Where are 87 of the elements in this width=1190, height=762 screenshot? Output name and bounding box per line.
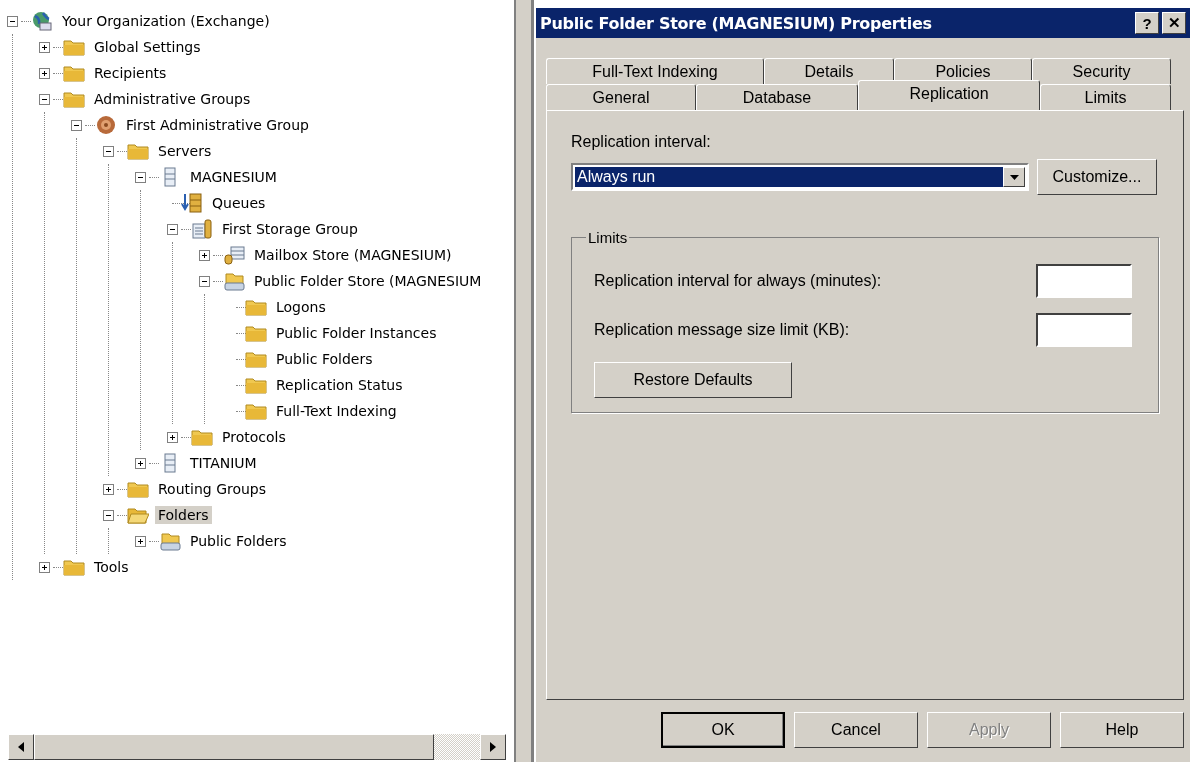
tree-item[interactable]: Mailbox Store (MAGNESIUM) [251, 246, 455, 264]
scroll-right-button[interactable] [480, 734, 507, 760]
tree-item[interactable]: Replication Status [273, 376, 406, 394]
tree-item[interactable]: Public Folders [187, 532, 290, 550]
tab[interactable]: Limits [1040, 84, 1171, 110]
window-title: Public Folder Store (MAGNESIUM) Properties [540, 13, 932, 33]
expand-icon[interactable] [198, 249, 210, 261]
folder-icon [63, 37, 85, 57]
tab[interactable]: General [546, 84, 696, 110]
queue-icon [181, 193, 203, 213]
dialog-button[interactable]: Cancel [794, 712, 918, 748]
expand-icon[interactable] [38, 67, 50, 79]
collapse-icon[interactable] [70, 119, 82, 131]
folder-icon [245, 297, 267, 317]
group-title: Limits [587, 229, 629, 246]
customize-button[interactable]: Customize... [1037, 159, 1157, 195]
folder-icon [127, 141, 149, 161]
tree-item[interactable]: Queues [209, 194, 269, 212]
mailbox-store-icon [223, 245, 245, 265]
expand-icon[interactable] [38, 561, 50, 573]
dialog-button[interactable]: OK [661, 712, 785, 748]
collapse-icon[interactable] [166, 223, 178, 235]
folder-icon [191, 427, 213, 447]
public-store-icon [223, 271, 245, 291]
expand-icon[interactable] [38, 41, 50, 53]
close-button[interactable]: ✕ [1162, 12, 1186, 34]
tab[interactable]: Replication [858, 80, 1040, 110]
field-label: Replication message size limit (KB): [594, 320, 850, 339]
tree-item[interactable]: First Storage Group [219, 220, 361, 238]
tree-item[interactable]: Tools [91, 558, 132, 576]
tab[interactable]: Full-Text Indexing [546, 58, 764, 84]
storage-icon [191, 219, 213, 239]
field-label: Replication interval: [571, 133, 712, 151]
collapse-icon[interactable] [134, 171, 146, 183]
input-field[interactable] [1036, 312, 1132, 347]
collapse-icon[interactable] [102, 509, 114, 521]
tree-item[interactable]: Public Folder Instances [273, 324, 440, 342]
tree-item[interactable]: Administrative Groups [91, 90, 254, 108]
splitter[interactable] [514, 0, 534, 762]
expand-icon[interactable] [134, 457, 146, 469]
help-button[interactable]: ? [1135, 12, 1159, 34]
interval-dropdown[interactable]: Always run [571, 163, 1029, 191]
tree-item[interactable]: Routing Groups [155, 480, 270, 498]
folder-icon [63, 89, 85, 109]
collapse-icon[interactable] [6, 15, 18, 27]
tree-item[interactable]: TITANIUM [187, 454, 260, 472]
gear-icon [95, 115, 117, 135]
folder-icon [63, 557, 85, 577]
tree-item[interactable]: First Administrative Group [123, 116, 312, 134]
tab[interactable]: Details [764, 58, 894, 84]
tree-item[interactable]: Full-Text Indexing [273, 402, 400, 420]
folder-icon [63, 63, 85, 83]
folder-icon [127, 479, 149, 499]
tree-item[interactable]: Recipients [91, 64, 170, 82]
tree-item[interactable]: Your Organization (Exchange) [59, 12, 273, 30]
tree-item[interactable]: Global Settings [91, 38, 204, 56]
tree-item[interactable]: MAGNESIUM [187, 168, 280, 186]
expand-icon[interactable] [102, 483, 114, 495]
tab[interactable]: Database [696, 84, 858, 110]
folder-icon [245, 375, 267, 395]
expand-icon[interactable] [134, 535, 146, 547]
tab[interactable]: Security [1032, 58, 1171, 84]
right-arrow-icon [490, 742, 497, 752]
folder-icon [245, 401, 267, 421]
folder-icon [245, 349, 267, 369]
open-folder-icon [127, 505, 149, 525]
folder-icon [245, 323, 267, 343]
globe-icon [31, 11, 53, 31]
restore-defaults-button[interactable]: Restore Defaults [594, 362, 792, 398]
collapse-icon[interactable] [198, 275, 210, 287]
tree-item[interactable]: Folders [155, 506, 212, 524]
dialog-button[interactable]: Help [1060, 712, 1184, 748]
public-store-icon [159, 531, 181, 551]
collapse-icon[interactable] [102, 145, 114, 157]
field-label: Replication interval for always (minutes): [594, 271, 882, 290]
tree-item[interactable]: Public Folders [273, 350, 376, 368]
tree-item[interactable]: Servers [155, 142, 215, 160]
left-arrow-icon [18, 742, 24, 752]
tree-item[interactable]: Public Folder Store (MAGNESIUM [251, 272, 485, 290]
dropdown-arrow-icon [1009, 174, 1019, 180]
tree-item[interactable]: Protocols [219, 428, 289, 446]
scrollbar-thumb[interactable] [34, 734, 435, 760]
collapse-icon[interactable] [38, 93, 50, 105]
tree-item[interactable]: Logons [273, 298, 329, 316]
scroll-left-button[interactable] [8, 734, 34, 760]
input-field[interactable] [1036, 263, 1132, 298]
expand-icon[interactable] [166, 431, 178, 443]
